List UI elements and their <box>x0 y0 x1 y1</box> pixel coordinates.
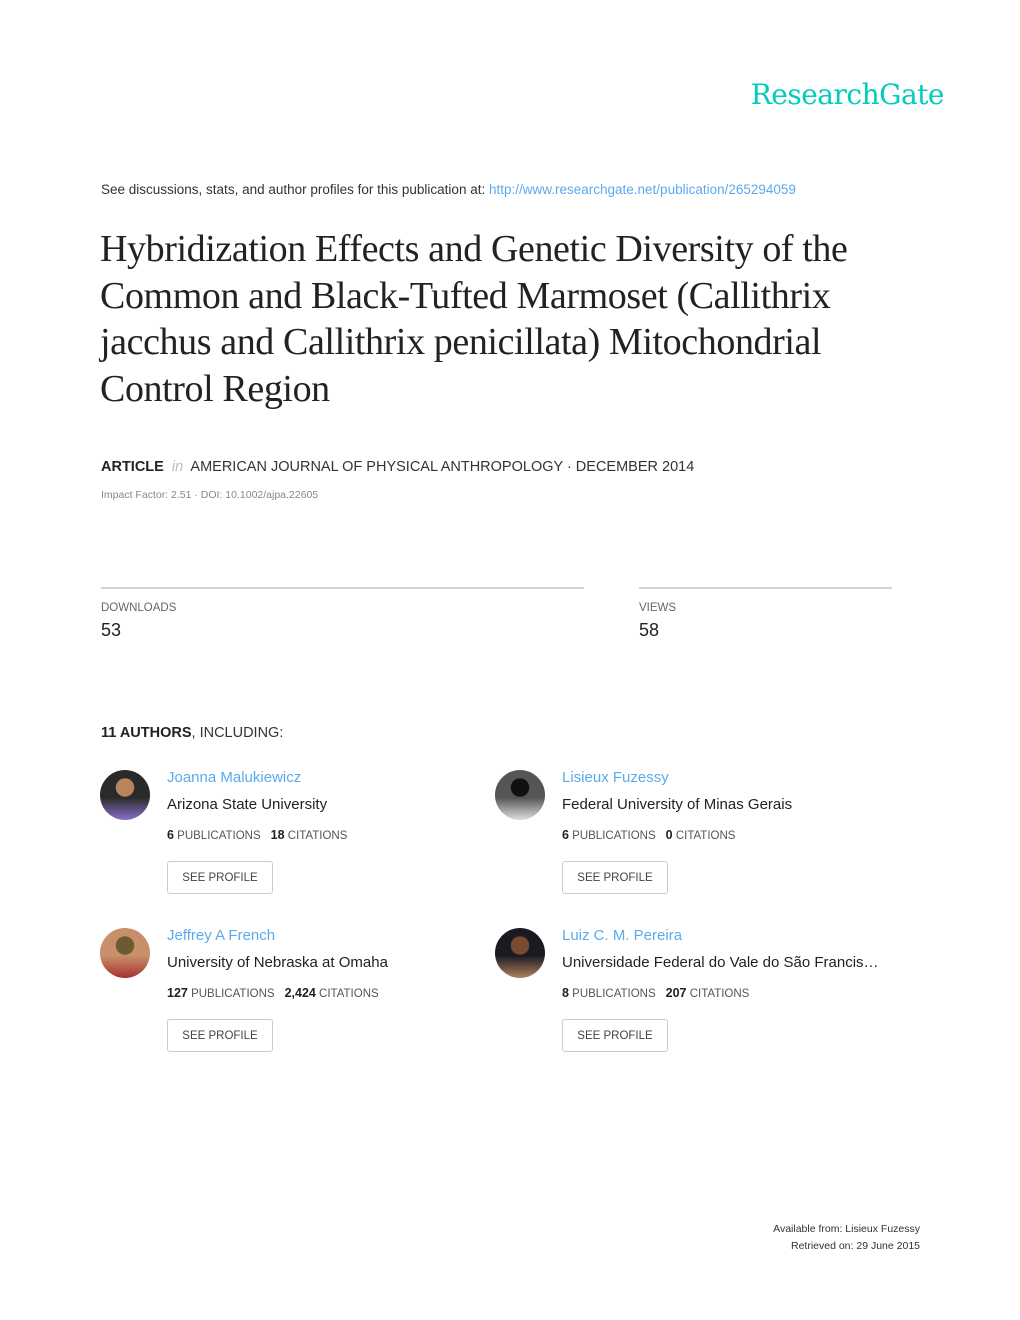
publication-meta: ARTICLE in AMERICAN JOURNAL OF PHYSICAL … <box>101 459 694 475</box>
publications-label: PUBLICATIONS <box>177 830 261 842</box>
see-profile-button[interactable]: SEE PROFILE <box>167 1019 273 1052</box>
downloads-value: 53 <box>101 620 122 640</box>
citations-count: 207 <box>665 986 687 1000</box>
publications-label: PUBLICATIONS <box>572 830 656 842</box>
publication-type: ARTICLE <box>101 459 164 475</box>
citations-count: 18 <box>270 828 285 842</box>
publications-count: 6 <box>562 828 569 842</box>
author-name-link[interactable]: Lisieux Fuzessy <box>562 769 669 786</box>
author-counts: 6 PUBLICATIONS 0 CITATIONS <box>562 828 735 842</box>
citations-count: 2,424 <box>284 986 316 1000</box>
publications-count: 6 <box>167 828 174 842</box>
authors-heading: 11 AUTHORS, INCLUDING: <box>101 725 283 741</box>
author-avatar[interactable] <box>495 928 545 978</box>
author-institution: Universidade Federal do Vale do São Fran… <box>562 954 879 971</box>
author-avatar[interactable] <box>100 928 150 978</box>
citations-label: CITATIONS <box>287 830 348 842</box>
publication-link-prefix: See discussions, stats, and author profi… <box>101 182 489 197</box>
authors-suffix: , INCLUDING: <box>191 725 284 741</box>
views-stat: VIEWS 58 <box>639 587 892 641</box>
author-counts: 8 PUBLICATIONS 207 CITATIONS <box>562 986 749 1000</box>
publication-venue: AMERICAN JOURNAL OF PHYSICAL ANTHROPOLOG… <box>190 459 695 475</box>
author-avatar[interactable] <box>100 770 150 820</box>
citations-label: CITATIONS <box>675 830 736 842</box>
views-value: 58 <box>639 620 660 640</box>
author-institution: University of Nebraska at Omaha <box>167 954 388 971</box>
citations-label: CITATIONS <box>319 988 379 1000</box>
retrieved-on: Retrieved on: 29 June 2015 <box>790 1239 920 1252</box>
publications-count: 8 <box>562 986 569 1000</box>
author-institution: Federal University of Minas Gerais <box>562 796 793 813</box>
publication-title: Hybridization Effects and Genetic Divers… <box>100 228 848 410</box>
author-avatar[interactable] <box>495 770 545 820</box>
publications-label: PUBLICATIONS <box>572 988 656 1000</box>
available-from: Available from: Lisieux Fuzessy <box>773 1223 920 1235</box>
divider <box>101 587 584 589</box>
author-counts: 127 PUBLICATIONS 2,424 CITATIONS <box>167 986 379 1000</box>
author-name-link[interactable]: Joanna Malukiewicz <box>167 769 301 786</box>
authors-count: 11 AUTHORS <box>101 725 192 741</box>
publication-link-line: See discussions, stats, and author profi… <box>101 182 796 197</box>
see-profile-button[interactable]: SEE PROFILE <box>167 861 273 894</box>
divider <box>639 587 892 589</box>
downloads-stat: DOWNLOADS 53 <box>101 587 584 641</box>
author-name-link[interactable]: Jeffrey A French <box>167 927 275 944</box>
see-profile-button[interactable]: SEE PROFILE <box>562 861 668 894</box>
author-counts: 6 PUBLICATIONS 18 CITATIONS <box>167 828 347 842</box>
publications-label: PUBLICATIONS <box>191 988 275 1000</box>
citations-label: CITATIONS <box>689 988 750 1000</box>
publications-count: 127 <box>167 986 188 1000</box>
citations-count: 0 <box>665 828 673 842</box>
publication-url-link[interactable]: http://www.researchgate.net/publication/… <box>489 182 796 197</box>
author-institution: Arizona State University <box>167 796 328 813</box>
researchgate-logo[interactable]: ResearchGate <box>751 78 945 111</box>
footer-info: Available from: Lisieux Fuzessy Retrieve… <box>773 1221 920 1254</box>
downloads-label: DOWNLOADS <box>101 602 177 614</box>
see-profile-button[interactable]: SEE PROFILE <box>562 1019 668 1052</box>
impact-factor-doi: Impact Factor: 2.51 · DOI: 10.1002/ajpa.… <box>101 489 319 501</box>
views-label: VIEWS <box>639 602 677 614</box>
author-name-link[interactable]: Luiz C. M. Pereira <box>562 927 682 944</box>
in-label: in <box>171 459 184 475</box>
